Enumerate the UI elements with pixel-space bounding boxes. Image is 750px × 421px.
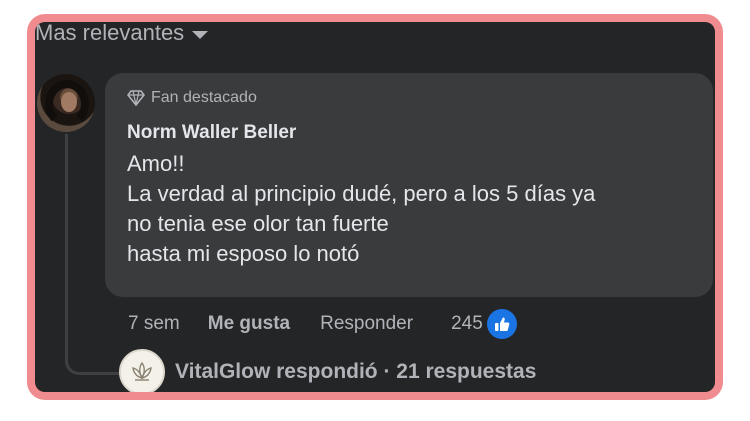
diamond-icon xyxy=(127,90,145,106)
comment-line: La verdad al principio dudé, pero a los … xyxy=(127,181,596,206)
comment-line: Amo!! xyxy=(127,151,185,176)
reaction-count: 245 xyxy=(451,313,483,334)
commenter-avatar[interactable] xyxy=(37,74,95,132)
sort-label: Mas relevantes xyxy=(35,22,185,45)
like-thumb-icon xyxy=(486,309,517,339)
replies-summary: VitalGlow respondió · 21 respuestas xyxy=(175,360,537,383)
reply-button[interactable]: Responder xyxy=(320,313,413,335)
comment-line: no tenia ese olor tan fuerte xyxy=(127,211,389,236)
vitalglow-avatar xyxy=(119,349,165,392)
caret-down-icon xyxy=(192,31,209,39)
comment-actions: 7 sem Me gusta Responder 245 xyxy=(128,309,517,339)
comment-line: hasta mi esposo lo notó xyxy=(127,241,360,266)
comment-text: Amo!! La verdad al principio dudé, pero … xyxy=(127,149,697,269)
view-replies-link[interactable]: VitalGlow respondió · 21 respuestas xyxy=(119,349,536,392)
fan-badge: Fan destacado xyxy=(127,89,257,107)
like-button[interactable]: Me gusta xyxy=(208,313,290,335)
comment-author[interactable]: Norm Waller Beller xyxy=(127,122,296,144)
lotus-logo-icon xyxy=(132,361,152,381)
sort-dropdown[interactable]: Mas relevantes xyxy=(35,22,209,46)
comment-bubble: Fan destacado Norm Waller Beller Amo!! L… xyxy=(105,73,713,297)
fan-badge-label: Fan destacado xyxy=(151,89,257,106)
comment-panel: Mas relevantes Fan destacado Norm Waller… xyxy=(35,22,715,392)
comment-timestamp[interactable]: 7 sem xyxy=(128,313,180,335)
reaction-summary[interactable]: 245 xyxy=(451,309,517,339)
